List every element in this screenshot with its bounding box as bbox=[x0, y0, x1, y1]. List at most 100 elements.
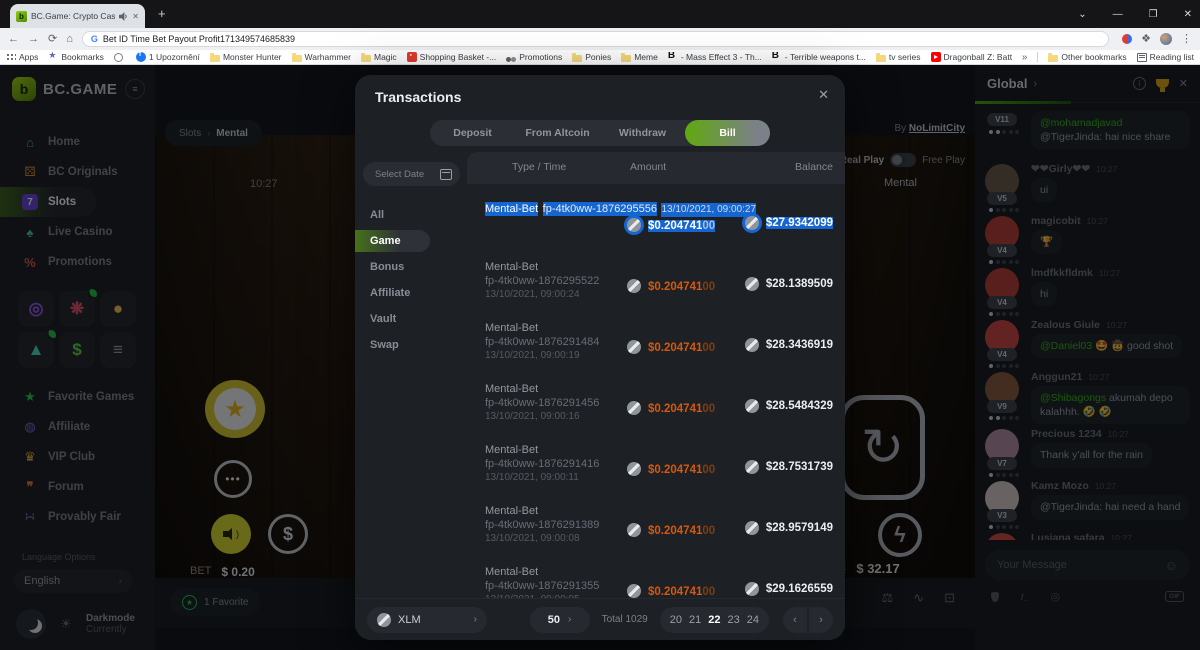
bookmark-item[interactable]: Monster Hunter bbox=[210, 52, 282, 62]
page-number[interactable]: 24 bbox=[747, 614, 759, 626]
bet-time: 13/10/2021, 09:00:19 bbox=[485, 349, 599, 363]
page-number[interactable]: 20 bbox=[670, 614, 682, 626]
total-count: Total 1029 bbox=[602, 614, 648, 625]
transaction-tab[interactable]: Withdraw bbox=[600, 120, 685, 146]
close-window-icon[interactable]: ✕ bbox=[1184, 9, 1192, 20]
browser-menu-icon[interactable]: ⋮ bbox=[1181, 34, 1192, 45]
window-menu-icon[interactable]: ⌄ bbox=[1078, 9, 1086, 20]
bookmark-item[interactable]: Ponies bbox=[572, 52, 611, 62]
tab-audio-icon[interactable] bbox=[119, 12, 128, 21]
bookmark-label: Dragonball Z: Battle... bbox=[944, 52, 1012, 62]
amount-decimals: 00 bbox=[702, 586, 715, 598]
category-filter[interactable]: Vault bbox=[355, 308, 467, 330]
xlm-coin-icon bbox=[745, 277, 759, 291]
profile-avatar[interactable] bbox=[1160, 33, 1172, 45]
type-time-cell: Mental-Bet fp-4tk0ww-1876291416 13/10/20… bbox=[485, 443, 599, 485]
balance-cell: $28.5484329 bbox=[745, 399, 833, 413]
new-tab-button[interactable]: + bbox=[158, 7, 166, 20]
transaction-tab[interactable]: From Altcoin bbox=[515, 120, 600, 146]
table-row[interactable]: Mental-Bet fp-4tk0ww-1876291389 13/10/20… bbox=[467, 499, 845, 560]
bet-id: fp-4tk0ww-1876291389 bbox=[485, 518, 599, 532]
bookmarks-overflow-chevron[interactable]: » bbox=[1022, 52, 1028, 63]
xlm-coin-icon bbox=[745, 338, 759, 352]
other-bookmarks[interactable]: Other bookmarks bbox=[1048, 52, 1126, 62]
transaction-tab[interactable]: Deposit bbox=[430, 120, 515, 146]
bookmark-icon bbox=[48, 52, 58, 62]
reload-icon[interactable]: ⟳ bbox=[48, 34, 57, 45]
table-row[interactable]: Mental-Bet fp-4tk0ww-1876291456 13/10/20… bbox=[467, 377, 845, 438]
reading-list[interactable]: Reading list bbox=[1137, 52, 1194, 62]
chevron-right-icon: › bbox=[474, 614, 477, 625]
back-icon[interactable]: ← bbox=[8, 34, 19, 45]
xlm-coin-icon bbox=[377, 613, 391, 627]
category-filter[interactable]: Swap bbox=[355, 334, 467, 356]
minimize-icon[interactable]: — bbox=[1113, 9, 1123, 20]
bookmark-icon bbox=[506, 52, 516, 62]
bookmark-item[interactable]: tv series bbox=[876, 52, 921, 62]
bookmark-icon bbox=[136, 52, 146, 62]
xlm-coin-icon bbox=[745, 521, 759, 535]
page-number[interactable]: 21 bbox=[689, 614, 701, 626]
coin-selector[interactable]: XLM › bbox=[367, 607, 487, 633]
forward-icon[interactable]: → bbox=[28, 34, 39, 45]
bookmark-item[interactable]: Meme bbox=[621, 52, 658, 62]
bet-time: 13/10/2021, 09:00:11 bbox=[485, 471, 599, 485]
date-filter[interactable]: Select Date bbox=[363, 162, 460, 186]
balance-cell: $28.3436919 bbox=[745, 338, 833, 352]
bet-time: 13/10/2021, 09:00:24 bbox=[485, 288, 599, 302]
bookmarks-bar: Apps Bookmarks 1 Upozornění bbox=[0, 50, 1200, 65]
amount-cell: $0.20474100 bbox=[627, 399, 715, 417]
xlm-coin-icon bbox=[745, 460, 759, 474]
bookmark-label: Bookmarks bbox=[61, 52, 104, 62]
page-number[interactable]: 23 bbox=[728, 614, 740, 626]
tab-close-icon[interactable]: ✕ bbox=[132, 12, 139, 21]
bookmark-item[interactable]: Shopping Basket -... bbox=[407, 52, 497, 62]
balance-value: $28.1389509 bbox=[766, 278, 833, 290]
xlm-coin-icon bbox=[627, 218, 641, 232]
bookmark-icon bbox=[772, 52, 782, 62]
amount-cell: $0.20474100 bbox=[627, 521, 715, 539]
pager-buttons: ‹ › bbox=[783, 607, 833, 633]
page-number[interactable]: 22 bbox=[708, 614, 720, 626]
bookmark-item[interactable]: Magic bbox=[361, 52, 397, 62]
table-row[interactable]: Mental-Bet fp-4tk0ww-1876291416 13/10/20… bbox=[467, 438, 845, 499]
maximize-icon[interactable]: ❐ bbox=[1149, 9, 1158, 20]
modal-close-icon[interactable]: ✕ bbox=[818, 87, 829, 103]
type-time-cell: Mental-Bet fp-4tk0ww-1876291456 13/10/20… bbox=[485, 382, 599, 424]
bookmark-icon bbox=[361, 55, 371, 62]
category-filter[interactable]: All bbox=[355, 204, 467, 226]
browser-tab[interactable]: b BC.Game: Crypto Casino Gam ✕ bbox=[10, 4, 145, 28]
amount-value: $0.204741 bbox=[648, 464, 702, 476]
home-icon[interactable]: ⌂ bbox=[66, 34, 73, 45]
bookmark-item[interactable]: Bookmarks bbox=[48, 52, 104, 62]
bookmark-item[interactable]: Warhammer bbox=[292, 52, 351, 62]
bookmark-item[interactable]: Dragonball Z: Battle... bbox=[931, 52, 1012, 62]
address-bar[interactable]: G Bet ID Time Bet Payout Profit171349574… bbox=[82, 31, 1109, 47]
xlm-coin-icon bbox=[627, 523, 641, 537]
table-row[interactable]: Mental-Bet fp-4tk0ww-1876295556 13/10/20… bbox=[467, 194, 845, 255]
table-row[interactable]: Mental-Bet fp-4tk0ww-1876291484 13/10/20… bbox=[467, 316, 845, 377]
bookmark-item[interactable] bbox=[114, 53, 126, 62]
transactions-table: Type / Time Amount Balance Mental-Bet fp… bbox=[467, 152, 845, 598]
prev-page-icon[interactable]: ‹ bbox=[783, 607, 807, 633]
bookmark-item[interactable]: Apps bbox=[6, 52, 38, 62]
next-page-icon[interactable]: › bbox=[809, 607, 833, 633]
extension-icon[interactable] bbox=[1122, 34, 1132, 44]
amount-decimals: 00 bbox=[702, 403, 715, 415]
coin-name: XLM bbox=[398, 614, 467, 626]
bookmark-item[interactable]: - Terrible weapons t... bbox=[772, 52, 866, 62]
bookmark-item[interactable]: Promotions bbox=[506, 52, 562, 62]
category-filter[interactable]: Bonus bbox=[355, 256, 467, 278]
page-size-selector[interactable]: 50 › bbox=[530, 607, 590, 633]
bookmark-label: - Mass Effect 3 - Th... bbox=[681, 52, 762, 62]
bookmark-icon bbox=[572, 55, 582, 62]
extensions-puzzle-icon[interactable]: ❖ bbox=[1141, 34, 1151, 45]
table-row[interactable]: Mental-Bet fp-4tk0ww-1876291355 13/10/20… bbox=[467, 560, 845, 598]
category-filter[interactable]: Game bbox=[355, 230, 430, 252]
bookmark-item[interactable]: - Mass Effect 3 - Th... bbox=[668, 52, 762, 62]
category-filter[interactable]: Affiliate bbox=[355, 282, 467, 304]
bookmark-item[interactable]: 1 Upozornění bbox=[136, 52, 200, 62]
transaction-tab[interactable]: Bill bbox=[685, 120, 770, 146]
bookmark-icon bbox=[407, 52, 417, 62]
table-row[interactable]: Mental-Bet fp-4tk0ww-1876295522 13/10/20… bbox=[467, 255, 845, 316]
